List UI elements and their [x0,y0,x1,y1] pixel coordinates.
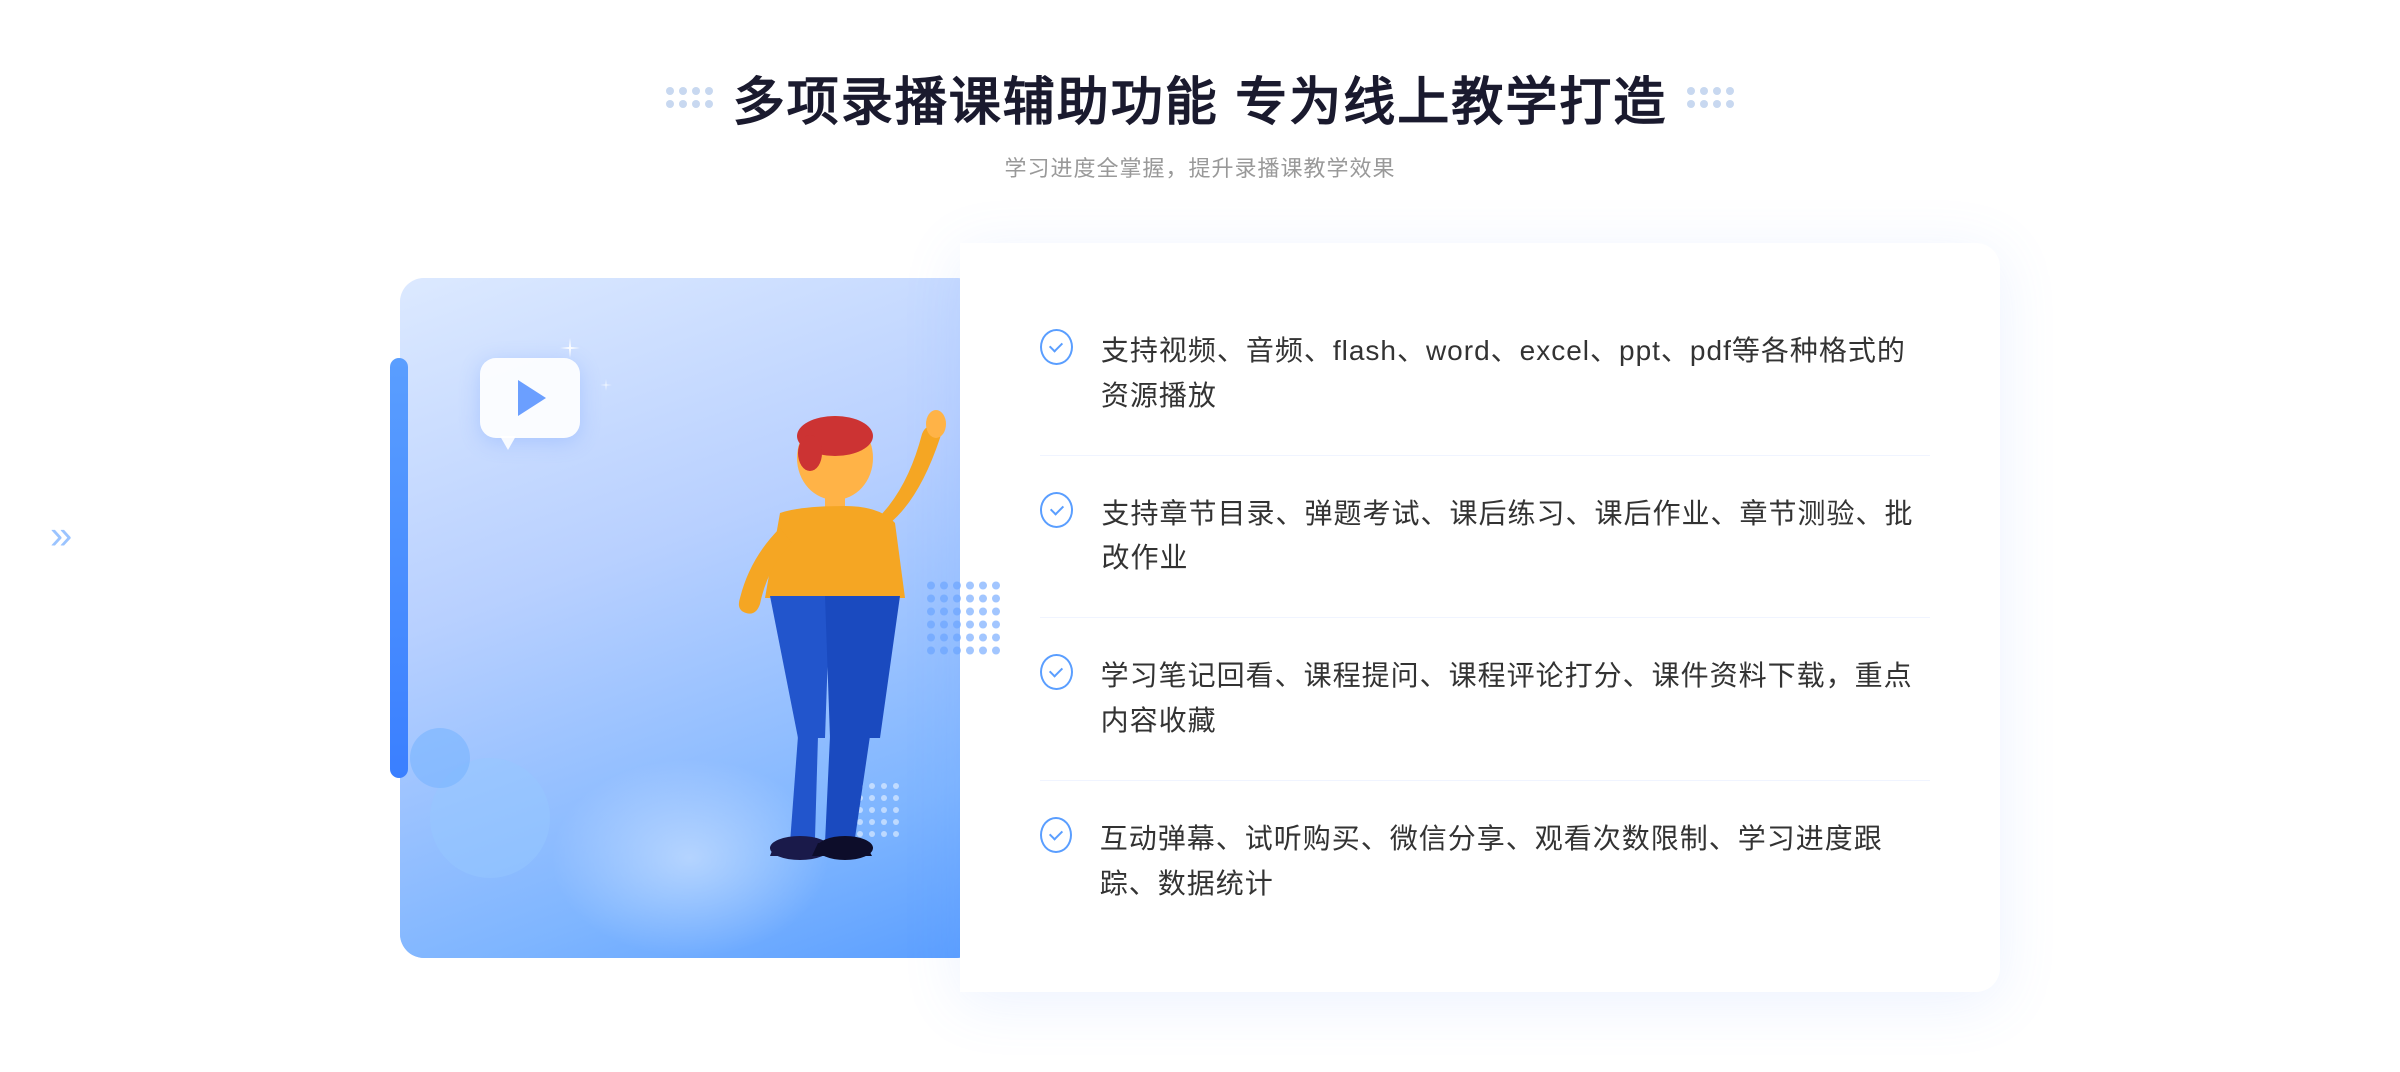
title-dots-right [1687,87,1734,108]
header-section: 多项录播课辅助功能 专为线上教学打造 学习进度全掌握，提升录播课教学效果 [0,60,2400,183]
page-container: 多项录播课辅助功能 专为线上教学打造 学习进度全掌握，提升录播课教学效果 » [0,0,2400,1072]
title-dots-left [666,87,713,108]
feature-item-1: 支持视频、音频、flash、word、excel、ppt、pdf等各种格式的资源… [1040,293,1930,456]
check-icon-3 [1040,654,1073,690]
feature-item-2: 支持章节目录、弹题考试、课后练习、课后作业、章节测验、批改作业 [1040,456,1930,619]
main-title: 多项录播课辅助功能 专为线上教学打造 [733,60,1667,135]
sparkle-2 [600,378,612,396]
subtitle: 学习进度全掌握，提升录播课教学效果 [1004,151,1395,183]
feature-text-3: 学习笔记回看、课程提问、课程评论打分、课件资料下载，重点内容收藏 [1101,654,1930,744]
feature-item-4: 互动弹幕、试听购买、微信分享、观看次数限制、学习进度跟踪、数据统计 [1040,781,1930,943]
feature-text-1: 支持视频、音频、flash、word、excel、ppt、pdf等各种格式的资源… [1101,329,1930,419]
check-icon-4 [1040,817,1072,853]
sparkle-1 [560,338,580,363]
feature-item-3: 学习笔记回看、课程提问、课程评论打分、课件资料下载，重点内容收藏 [1040,618,1930,781]
page-deco-left: » [50,514,72,559]
check-icon-2 [1040,492,1073,528]
play-bubble [480,358,590,458]
feature-text-2: 支持章节目录、弹题考试、课后练习、课后作业、章节测验、批改作业 [1101,492,1930,582]
content-panel: 支持视频、音频、flash、word、excel、ppt、pdf等各种格式的资源… [960,243,2000,992]
chevron-left-icon: » [50,514,72,558]
illustration-card [400,278,980,958]
play-triangle-icon [518,380,546,416]
illus-bar [390,358,408,778]
content-section: 支持视频、音频、flash、word、excel、ppt、pdf等各种格式的资源… [400,243,2000,992]
deco-circle-small [410,728,470,788]
person-illustration [650,358,950,958]
check-icon-1 [1040,329,1073,365]
title-row: 多项录播课辅助功能 专为线上教学打造 [666,60,1734,135]
feature-text-4: 互动弹幕、试听购买、微信分享、观看次数限制、学习进度跟踪、数据统计 [1100,817,1930,907]
play-bubble-body [480,358,580,438]
